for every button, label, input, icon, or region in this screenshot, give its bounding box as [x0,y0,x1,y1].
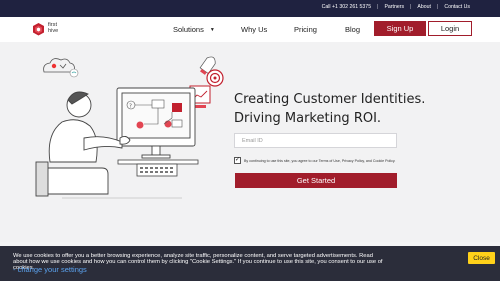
hero-headline-line2: Driving Marketing ROI. [234,111,382,126]
marketer-at-computer-illustration: ? [35,56,224,199]
separator: | [410,4,412,10]
logo-text-line2: hive [48,28,59,35]
cookie-banner: We use cookies to offer you a better bro… [0,246,500,281]
consent-checkbox[interactable]: ✓ [234,157,241,164]
target-icon [206,69,224,87]
nav-solutions[interactable]: Solutions ▼ [173,17,215,42]
top-bar: Call +1 302 261 5375 | Partners | About … [0,0,500,17]
firsthive-logo[interactable]: first hive [32,21,72,37]
main-nav: first hive Solutions ▼ Why Us Pricing Bl… [0,17,500,42]
cloud-icon [43,58,75,73]
contact-link[interactable]: Contact Us [444,4,470,10]
hive-logo-icon [33,23,44,36]
separator: | [377,4,379,10]
phone-link[interactable]: Call +1 302 261 5375 [322,4,371,10]
top-links: Call +1 302 261 5375 | Partners | About … [322,4,470,10]
nav-blog[interactable]: Blog [345,17,360,42]
partners-link[interactable]: Partners [384,4,404,10]
svg-text:?: ? [129,104,132,110]
person-icon [35,91,131,197]
consent-row: ✓ By continuing to use this site, you ag… [234,157,395,164]
separator: | [436,4,439,10]
monitor-icon [116,87,196,159]
consent-text: By continuing to use this site, you agre… [244,158,396,163]
change-settings-link[interactable]: - change your settings [13,265,87,274]
logo-text: first hive [48,22,58,35]
hero-headline-line1: Creating Customer Identities. [234,92,426,107]
cookie-close-button[interactable]: Close [468,252,495,264]
nav-pricing[interactable]: Pricing [294,17,317,42]
signup-button[interactable]: Sign Up [374,21,426,36]
nav-solutions-label: Solutions [173,25,204,34]
about-link[interactable]: About [417,4,431,10]
get-started-button[interactable]: Get Started [235,173,397,188]
caret-down-icon: ▼ [209,26,215,33]
twitter-icon [69,68,79,78]
nav-why-us[interactable]: Why Us [241,17,267,42]
email-input[interactable]: Email ID [234,133,397,148]
login-button[interactable]: Login [428,21,472,36]
desk-and-keyboard-icon [117,159,199,177]
